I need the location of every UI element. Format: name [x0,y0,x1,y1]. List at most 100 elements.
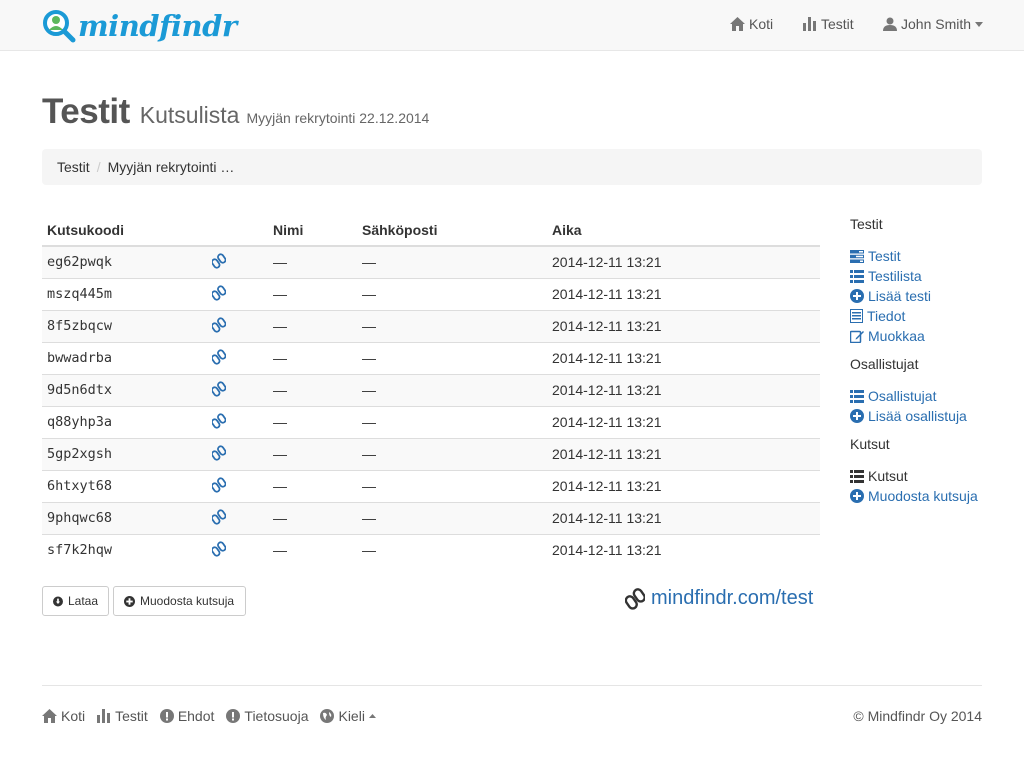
sidebar-item-label[interactable]: Muodosta kutsuja [868,488,978,504]
invitee-name: — [268,405,357,438]
download-button-label: Lataa [67,594,98,608]
table-row: 9phqwc68— —2014-12-11 13:21 [42,501,820,534]
invitee-email: — [357,437,547,470]
invitation-code: 8f5zbqcw [42,309,215,342]
copyright: © Mindfindr Oy 2014 [853,708,982,724]
sidebar-item-lisää-testi[interactable]: Lisää testi [850,286,1020,306]
nav-tests[interactable]: Testit [803,16,854,32]
th-list-icon [850,469,864,483]
plus-circle-icon [850,409,864,423]
breadcrumb-tests[interactable]: Testit [57,159,90,175]
table-row: mszq445m — —2014-12-11 13:21 [42,277,820,310]
exclamation-icon [159,709,174,723]
link-icon[interactable] [211,380,227,400]
table-row: 9d5n6dtx — —2014-12-11 13:21 [42,373,820,406]
invitee-email: — [357,309,547,342]
sidebar-item-testit[interactable]: Testit [850,246,1020,266]
nav-user-label: John Smith [901,16,972,32]
link-icon[interactable] [211,284,227,304]
invitee-email: — [357,341,547,374]
sidebar-item-osallistujat[interactable]: Osallistujat [850,386,1020,406]
link-icon[interactable] [211,444,227,464]
sidebar-group: Kutsut Kutsut Muodosta kutsuja [850,436,1020,506]
footer-link-tietosuoja[interactable]: Tietosuoja [226,708,308,724]
invitee-email: — [357,277,547,310]
invitation-link-cell [211,341,268,374]
breadcrumb-current: Myyjän rekrytointi … [107,159,235,175]
create-invitations-label: Muodosta kutsuja [140,594,235,608]
link-icon[interactable] [211,412,227,432]
table-row: q88yhp3a — —2014-12-11 13:21 [42,405,820,438]
sidebar-item-label[interactable]: Lisää osallistuja [868,408,967,424]
invitee-email: — [357,373,547,406]
nav-user-menu[interactable]: John Smith [883,16,984,32]
list-icon [850,269,864,283]
invitation-time: 2014-12-11 13:21 [547,469,820,502]
sidebar-item-label[interactable]: Tiedot [867,308,905,324]
link-icon[interactable] [211,508,227,528]
invitation-code: bwwadrba [42,341,215,374]
sidebar-item-label[interactable]: Testit [868,248,901,264]
edit-icon [850,329,864,343]
sidebar-item-tiedot[interactable]: Tiedot [850,306,1020,326]
sidebar-group: Testit Testit Testilista Lisää testi Tiedot M… [850,216,1020,346]
top-navbar: mindfindr Koti Testit John Smith [0,0,1024,51]
footer-link-label: Ehdot [177,708,215,724]
list-icon [850,389,864,403]
sidebar-item-label[interactable]: Osallistujat [868,388,936,404]
invitee-email: — [357,405,547,438]
footer-link-label: Tietosuoja [244,708,309,724]
invitation-code: 5gp2xgsh [42,437,215,470]
table-row: bwwadrba — —2014-12-11 13:21 [42,341,820,374]
invitation-time: 2014-12-11 13:21 [547,277,820,310]
table-header-row: Kutsukoodi Nimi Sähköposti Aika [42,214,820,247]
sidebar-item-muodosta-kutsuja[interactable]: Muodosta kutsuja [850,486,1020,506]
sidebar-item-testilista[interactable]: Testilista [850,266,1020,286]
brand-logo[interactable]: mindfindr [42,8,237,44]
link-icon[interactable] [211,253,227,272]
list-alt-icon [850,309,863,323]
plus-circle-icon [124,595,135,607]
create-invitations-button[interactable]: Muodosta kutsuja [113,586,246,616]
sidebar-item-kutsut[interactable]: Kutsut [850,466,1020,486]
footer-link-label: Kieli [338,708,365,724]
download-button[interactable]: Lataa [42,586,109,616]
sidebar-heading: Osallistujat [850,356,919,372]
invitation-link-cell [211,246,268,278]
sidebar-item-label: Kutsut [868,468,908,484]
link-icon[interactable] [211,541,227,560]
test-url-link[interactable]: mindfindr.com/test [625,587,813,610]
footer-link-label: Koti [61,708,86,724]
link-icon[interactable] [211,348,227,368]
caret-down-icon [975,21,984,27]
page-subtitle: Kutsulista [139,102,240,128]
invitation-link-cell [211,469,268,502]
invitation-code: sf7k2hqw [42,533,215,566]
nav-home[interactable]: Koti [730,16,773,32]
footer-link-koti[interactable]: Koti [42,708,85,724]
page-title: Testit Kutsulista Myyjän rekrytointi 22.… [42,92,429,132]
sidebar-item-label[interactable]: Muokkaa [868,328,925,344]
sidebar-item-lisää-osallistuja[interactable]: Lisää osallistuja [850,406,1020,426]
column-header-code: Kutsukoodi [42,214,215,247]
page-context: Myyjän rekrytointi 22.12.2014 [246,110,430,126]
footer-link-testit[interactable]: Testit [97,708,148,724]
sidebar-item-muokkaa[interactable]: Muokkaa [850,326,1020,346]
caret-up-icon [368,714,376,718]
sidebar-item-label[interactable]: Lisää testi [868,288,931,304]
sidebar-heading: Testit [850,216,883,232]
invitation-time: 2014-12-11 13:21 [547,501,820,534]
footer-link-ehdot[interactable]: Ehdot [159,708,215,724]
invitee-email: — [357,246,547,278]
globe-icon [320,709,335,723]
invitation-code: 9d5n6dtx [42,373,215,406]
link-icon[interactable] [211,316,227,336]
sidebar-item-label[interactable]: Testilista [868,268,922,284]
invitee-name: — [268,246,357,278]
footer-link-kieli[interactable]: Kieli [320,708,376,724]
invitation-link-cell [211,277,268,310]
link-icon[interactable] [211,476,227,496]
table-row: 8f5zbqcw — —2014-12-11 13:21 [42,309,820,342]
stats-icon [803,17,816,31]
download-circle-icon [53,596,63,606]
